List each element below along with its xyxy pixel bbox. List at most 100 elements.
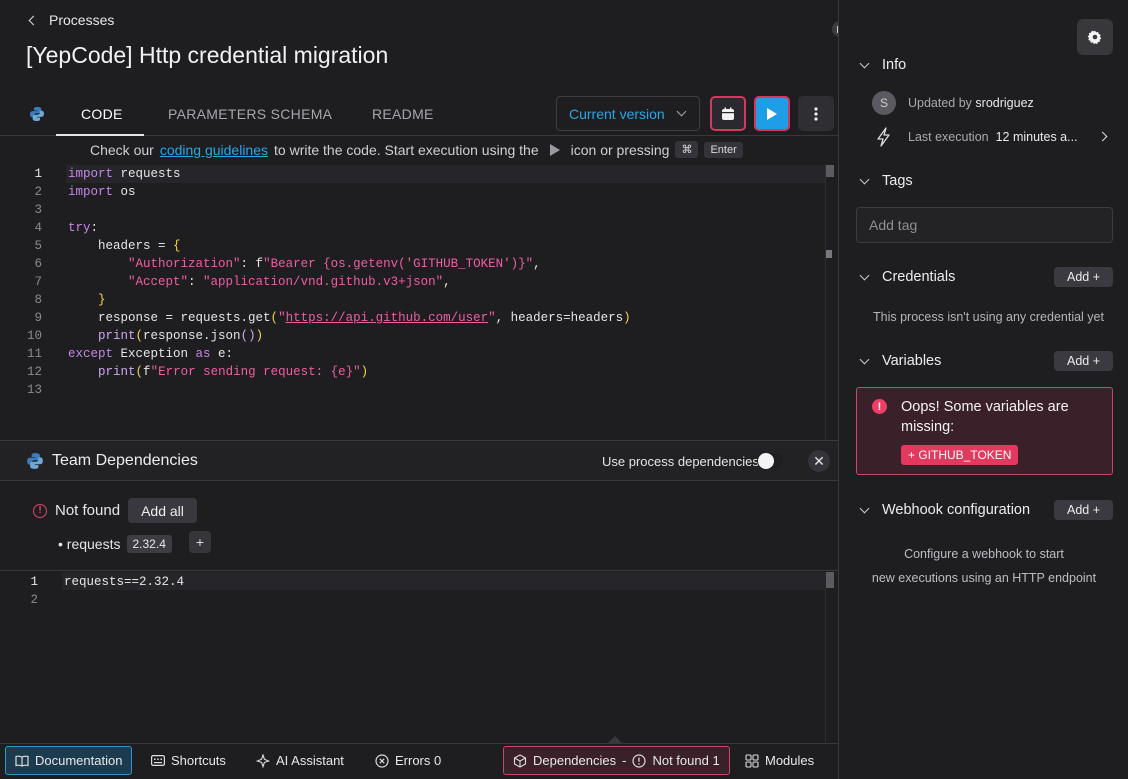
- active-tab-indicator: [56, 134, 144, 136]
- grid-icon: [745, 753, 759, 768]
- webhook-section-header[interactable]: Webhook configuration: [858, 502, 1030, 518]
- version-select[interactable]: Current version: [556, 96, 700, 131]
- page-title: [YepCode] Http credential migration: [26, 42, 389, 68]
- alert-message: Oops! Some variables are missing:: [901, 399, 1069, 435]
- code-line: headers = {: [68, 239, 181, 253]
- command-key: ⌘: [675, 141, 699, 158]
- schedule-button[interactable]: [710, 96, 746, 131]
- modules-label: Modules: [765, 753, 815, 768]
- use-process-deps-toggle[interactable]: [757, 453, 783, 469]
- missing-variables-alert: ! Oops! Some variables are missing: + GI…: [856, 387, 1113, 475]
- requirements-editor[interactable]: 1 requests==2.32.4 2: [0, 572, 838, 742]
- sparkle-icon: [256, 753, 270, 768]
- keyboard-icon: [151, 755, 165, 766]
- python-icon: [30, 107, 44, 121]
- not-found-label: Not found: [55, 502, 121, 519]
- code-line: import os: [68, 185, 136, 199]
- dependency-name: • requests: [58, 536, 121, 552]
- last-execution[interactable]: Last execution 12 minutes a...: [908, 130, 1078, 144]
- not-found-status: ! Not found: [33, 502, 120, 519]
- error-icon: !: [33, 503, 47, 518]
- dependency-version-badge: 2.32.4: [126, 535, 172, 553]
- webhook-text-line: Configure a webhook to start: [904, 547, 1064, 561]
- credentials-section-header[interactable]: Credentials: [858, 269, 955, 285]
- shortcuts-label: Shortcuts: [171, 753, 226, 768]
- documentation-button[interactable]: Documentation: [5, 746, 133, 775]
- gear-icon: [1087, 30, 1102, 45]
- dependency-item: • requests 2.32.4: [58, 535, 172, 553]
- breadcrumb-processes[interactable]: Processes: [49, 12, 114, 28]
- coding-hint: Check our coding guidelines to write the…: [90, 141, 743, 158]
- book-icon: [15, 755, 29, 767]
- add-variable-button[interactable]: Add +: [1054, 351, 1113, 371]
- webhook-description: Configure a webhook to start new executi…: [858, 542, 1110, 590]
- add-all-button[interactable]: Add all: [128, 498, 197, 523]
- enter-key: Enter: [704, 141, 743, 158]
- chevron-down-icon: [859, 270, 870, 280]
- line-number: 2: [34, 185, 42, 199]
- chevron-down-icon: [859, 58, 870, 68]
- line-number: 1: [34, 167, 42, 181]
- chevron-down-icon: [859, 354, 870, 364]
- editor-scrollbar-thumb[interactable]: [826, 165, 834, 177]
- chevron-down-icon: [676, 106, 687, 117]
- errors-label: Errors 0: [395, 753, 442, 768]
- hint-prefix: Check our: [90, 141, 154, 158]
- play-icon: [549, 143, 560, 156]
- run-button[interactable]: [754, 96, 790, 131]
- code-line: print(response.json()): [98, 329, 264, 343]
- tags-section-header[interactable]: Tags: [858, 173, 913, 189]
- code-line: }: [98, 293, 106, 307]
- dependencies-button[interactable]: Dependencies - Not found 1: [503, 746, 730, 775]
- add-dependency-button[interactable]: +: [189, 531, 211, 553]
- credentials-title: Credentials: [882, 269, 956, 285]
- requirements-scrollbar-thumb[interactable]: [826, 572, 834, 588]
- info-section-header[interactable]: Info: [858, 57, 906, 73]
- shortcuts-button[interactable]: Shortcuts: [142, 746, 235, 775]
- settings-button[interactable]: [1077, 19, 1113, 55]
- variables-section-header[interactable]: Variables: [858, 353, 941, 369]
- add-webhook-button[interactable]: Add +: [1054, 500, 1113, 520]
- line-number: 13: [26, 383, 42, 397]
- line-number: 5: [34, 239, 42, 253]
- chevron-down-icon: [859, 503, 870, 513]
- no-credentials-text: This process isn't using any credential …: [873, 310, 1104, 324]
- tab-parameters-schema[interactable]: PARAMETERS SCHEMA: [168, 106, 332, 122]
- add-missing-variable-button[interactable]: + GITHUB_TOKEN: [901, 445, 1019, 465]
- add-credential-button[interactable]: Add +: [1054, 267, 1113, 287]
- add-tag-input[interactable]: Add tag: [856, 207, 1113, 243]
- tab-code[interactable]: CODE: [81, 106, 123, 122]
- breadcrumb[interactable]: Processes: [26, 12, 114, 28]
- editor-scroll-marker: [826, 250, 832, 258]
- warning-circle-icon: [632, 753, 647, 768]
- updated-by-label: Updated by: [908, 96, 972, 110]
- close-icon[interactable]: ✕: [808, 450, 830, 472]
- variables-title: Variables: [882, 353, 942, 369]
- version-select-value: Current version: [569, 105, 665, 122]
- play-icon: [767, 107, 777, 120]
- team-deps-title: Team Dependencies: [52, 452, 198, 469]
- popover-caret: [608, 736, 622, 743]
- package-icon: [513, 753, 527, 768]
- last-execution-label: Last execution: [908, 130, 989, 144]
- code-editor[interactable]: 1 import requests 2 import os 3 4 try: 5 he…: [0, 164, 838, 440]
- errors-button[interactable]: Errors 0: [366, 746, 450, 775]
- more-options-button[interactable]: [798, 96, 834, 131]
- calendar-icon: [722, 107, 734, 120]
- more-vertical-icon: [814, 106, 818, 121]
- code-line: print(f"Error sending request: {e}"): [98, 365, 369, 379]
- line-number: 12: [26, 365, 42, 379]
- code-line: "Authorization": f"Bearer {os.getenv('GI…: [128, 257, 541, 271]
- tab-readme[interactable]: README: [372, 106, 434, 122]
- code-line: try:: [68, 221, 99, 235]
- dependencies-not-found-label: Not found 1: [652, 753, 720, 768]
- modules-button[interactable]: Modules: [736, 746, 823, 775]
- info-title: Info: [882, 57, 907, 73]
- ai-assistant-button[interactable]: AI Assistant: [247, 746, 353, 775]
- line-number: 8: [34, 293, 42, 307]
- coding-guidelines-link[interactable]: coding guidelines: [160, 142, 268, 158]
- error-circle-icon: [375, 753, 389, 768]
- line-number: 11: [26, 347, 42, 361]
- updated-by-user: srodriguez: [975, 96, 1034, 110]
- hint-middle: to write the code. Start execution using…: [274, 141, 539, 158]
